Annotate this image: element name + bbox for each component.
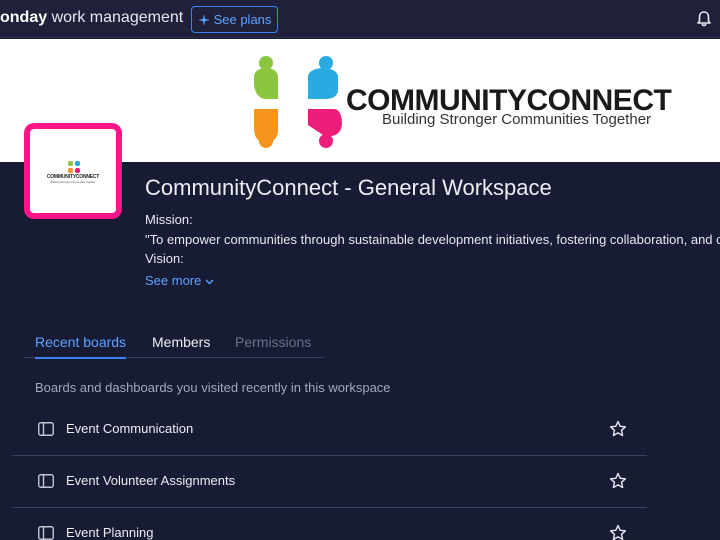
star-icon[interactable]: [609, 472, 627, 490]
chevron-down-icon: [205, 279, 214, 285]
board-name: Event Communication: [66, 421, 194, 436]
mission-text: "To empower communities through sustaina…: [145, 232, 720, 247]
tab-members[interactable]: Members: [152, 334, 210, 358]
brand-rest: work management: [47, 9, 184, 26]
see-more-label: See more: [145, 273, 202, 288]
tab-recent-boards[interactable]: Recent boards: [35, 334, 127, 359]
workspace-title[interactable]: CommunityConnect - General Workspace: [145, 175, 552, 201]
tab-permissions[interactable]: Permissions: [235, 334, 311, 358]
board-icon: [38, 474, 54, 488]
see-plans-button[interactable]: See plans: [191, 6, 278, 33]
avatar-logo-icon: [68, 161, 80, 173]
brand-bold: onday: [0, 9, 48, 26]
board-name: Event Planning: [66, 525, 154, 540]
board-icon: [38, 526, 54, 540]
workspace-avatar[interactable]: COMMUNITYCONNECT Building Stronger Commu…: [24, 123, 122, 219]
recent-boards-hint: Boards and dashboards you visited recent…: [35, 380, 391, 395]
sparkle-icon: [197, 13, 210, 26]
list-item[interactable]: Event Volunteer Assignments: [12, 456, 647, 508]
vision-label: Vision:: [145, 251, 184, 266]
see-plans-label: See plans: [213, 12, 272, 27]
star-icon[interactable]: [609, 420, 627, 438]
board-icon: [38, 422, 54, 436]
list-item[interactable]: Event Planning: [12, 508, 647, 540]
board-name: Event Volunteer Assignments: [66, 473, 236, 488]
avatar-text: COMMUNITYCONNECT: [46, 174, 100, 180]
bell-icon[interactable]: [694, 9, 714, 29]
avatar-subtext: Building Stronger Communities Together: [50, 181, 96, 184]
list-item[interactable]: Event Communication: [12, 404, 647, 456]
avatar-inner: COMMUNITYCONNECT Building Stronger Commu…: [30, 129, 116, 213]
see-more-link[interactable]: See more: [145, 273, 214, 288]
brand-logo[interactable]: onday work management: [0, 9, 183, 27]
community-logo-icon: [254, 56, 342, 148]
banner-subtitle: Building Stronger Communities Together: [382, 111, 652, 128]
top-bar: onday work management See plans: [0, 0, 720, 38]
star-icon[interactable]: [609, 524, 627, 540]
workspace-tabs: Recent boards Members Permissions: [24, 334, 324, 359]
mission-label: Mission:: [145, 212, 193, 227]
